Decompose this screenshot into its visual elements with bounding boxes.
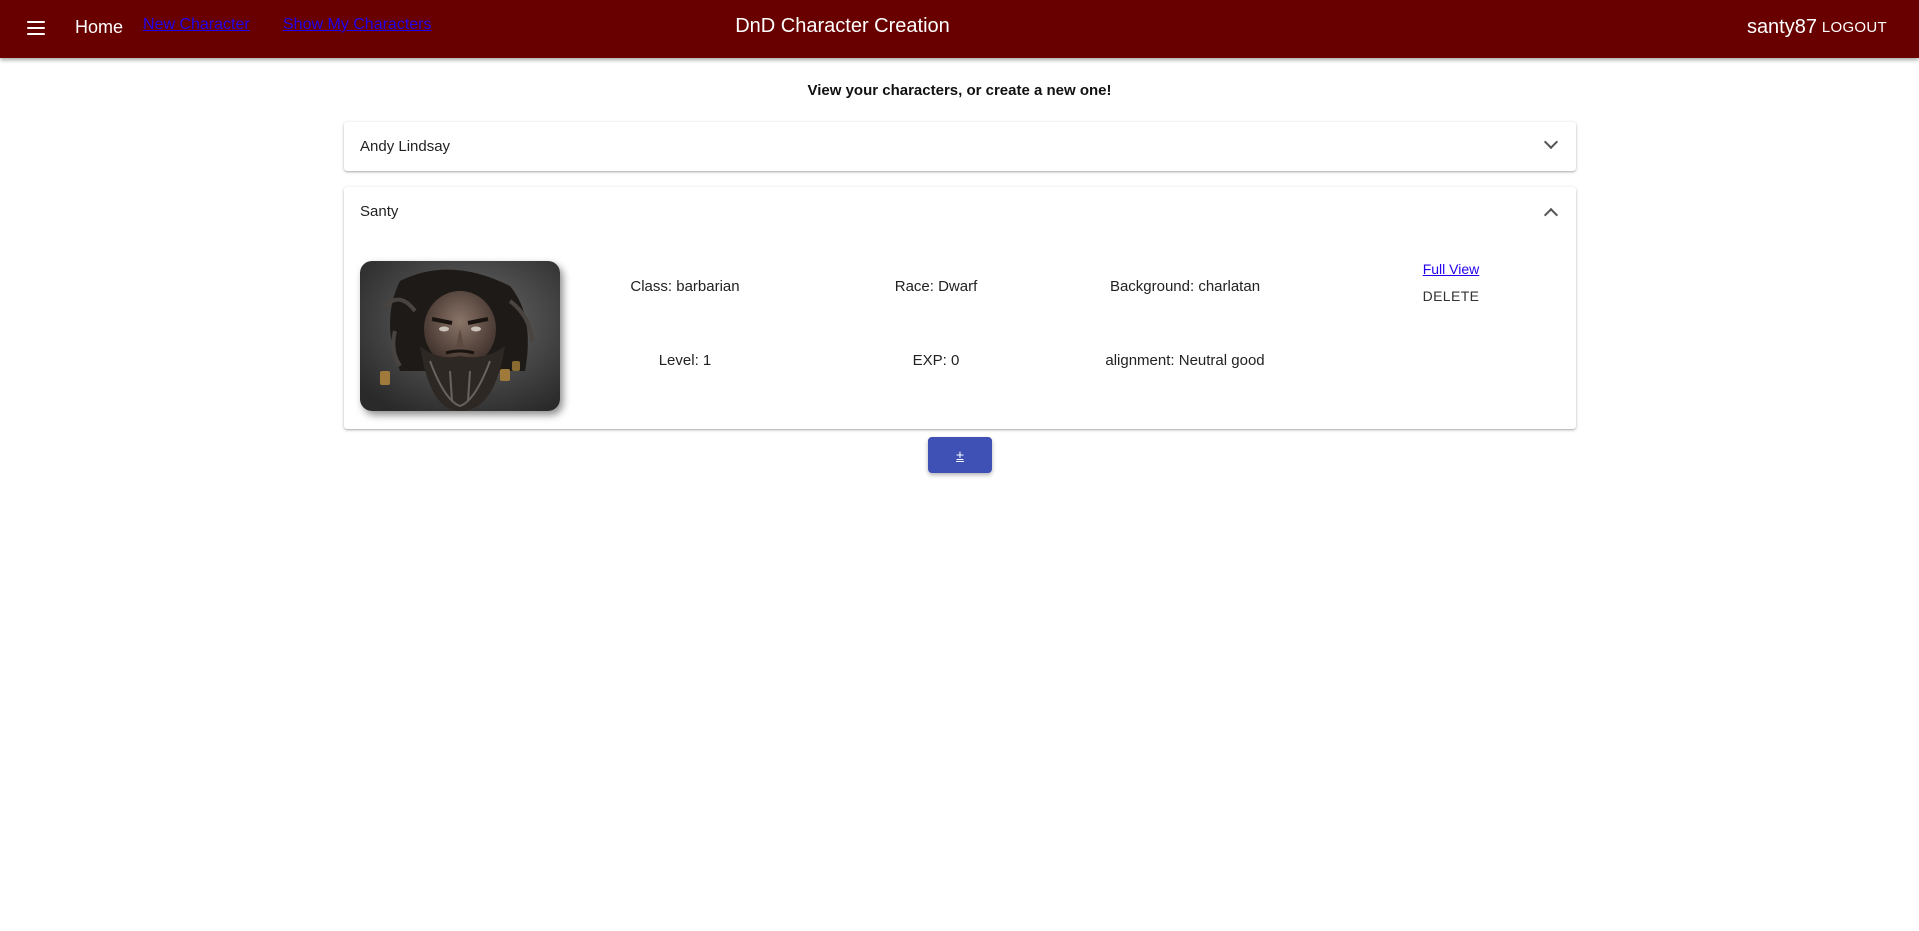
add-character-label: ±: [956, 447, 964, 463]
character-race: Race: Dwarf: [894, 278, 978, 295]
character-name: Santy: [360, 202, 399, 220]
chevron-down-icon[interactable]: [1543, 134, 1559, 150]
character-panel-santy: Santy Class: barbarian Race: Dwarf Backg…: [344, 187, 1576, 429]
character-panel-andy-lindsay: Andy Lindsay: [344, 122, 1576, 171]
chevron-up-icon[interactable]: [1543, 207, 1559, 223]
character-panel-header[interactable]: Andy Lindsay: [360, 122, 1560, 170]
character-portrait: [360, 261, 560, 411]
character-panel-header[interactable]: Santy: [360, 187, 1560, 235]
add-character-button[interactable]: ±: [928, 437, 992, 473]
character-background: Background: charlatan: [1109, 278, 1261, 295]
character-level: Level: 1: [658, 352, 712, 369]
delete-button[interactable]: DELETE: [1406, 288, 1496, 304]
page-subtitle: View your characters, or create a new on…: [807, 82, 1112, 99]
full-view-link[interactable]: Full View: [1406, 261, 1496, 277]
app-title: DnD Character Creation: [735, 15, 950, 37]
username: santy87: [1746, 16, 1817, 38]
app-bar: Home New Character Show My Characters Dn…: [0, 0, 1919, 58]
logout-button[interactable]: LOGOUT: [1822, 19, 1887, 36]
character-exp: EXP: 0: [912, 352, 960, 369]
character-alignment: alignment: Neutral good: [1105, 352, 1265, 369]
character-name: Andy Lindsay: [360, 137, 451, 155]
character-class: Class: barbarian: [630, 278, 740, 295]
